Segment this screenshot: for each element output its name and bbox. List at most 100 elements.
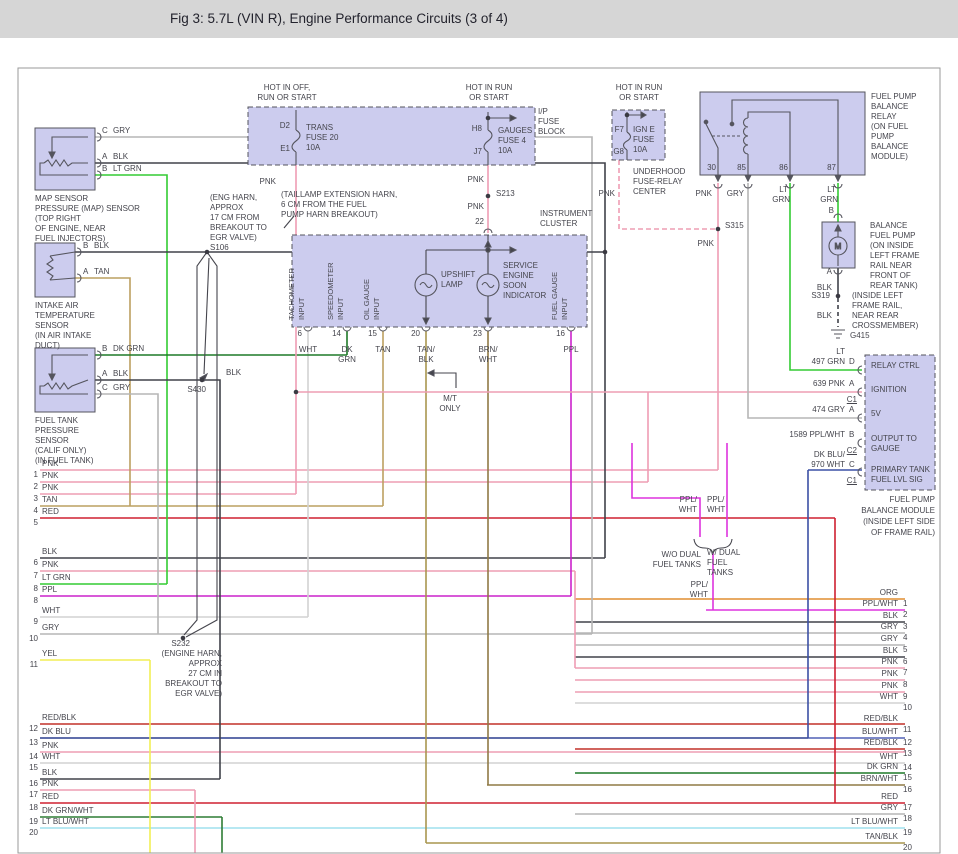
- iat-sensor-label: INTAKE AIR: [35, 301, 79, 310]
- wire-color-label: LT GRN: [42, 573, 71, 582]
- wire-tag-ltgrn: LT: [779, 185, 788, 194]
- wire-color-label: WHT: [42, 606, 61, 615]
- wire-number: 16: [903, 785, 912, 794]
- ign-label: IGN E: [633, 125, 655, 134]
- fuse2-pin-bottom: J7: [473, 147, 482, 156]
- wire-color-label: DK GRN: [866, 762, 898, 771]
- wire-number: 20: [903, 843, 912, 852]
- wire-tag-pnk: PNK: [598, 189, 615, 198]
- wire-number: 12: [29, 724, 38, 733]
- motor-letter: M: [835, 242, 842, 251]
- splice-fans: [183, 251, 218, 638]
- splice-s213: S213: [496, 189, 515, 198]
- cluster-pin-connector: [421, 326, 431, 332]
- wire-number: 9: [33, 617, 38, 626]
- mt-only-arrow: [426, 369, 435, 377]
- wire-tag-ltgrn2: GRN: [820, 195, 838, 204]
- cluster-wire-label: PPL: [563, 345, 579, 354]
- wire-tag-pnk: PNK: [467, 175, 484, 184]
- ftp-pin-b: B: [102, 344, 108, 353]
- module-wire-pre: DK BLU/: [813, 450, 845, 459]
- ign-label2: FUSE: [633, 135, 655, 144]
- module-pin: C: [849, 460, 855, 469]
- wire-color-label: GRY: [42, 623, 60, 632]
- wire-number: 4: [33, 506, 38, 515]
- wire-color-label: GRY: [880, 803, 898, 812]
- wire-color-label: PPL: [42, 585, 58, 594]
- cluster-pin-connector: [483, 326, 493, 332]
- splice-s106: S106: [210, 243, 229, 252]
- module-row-label: RELAY CTRL: [871, 361, 920, 370]
- module-connectors: [857, 365, 863, 477]
- fuse1-header: HOT IN OFF,: [263, 83, 311, 92]
- cluster-input-label: TACHOMETER: [287, 267, 296, 320]
- wire-color-label: RED: [42, 792, 59, 801]
- wire-number: 2: [903, 610, 908, 619]
- pump-pin-a: A: [826, 267, 832, 276]
- cluster-pin-22: 22: [475, 217, 484, 226]
- wire-number: 6: [33, 558, 38, 567]
- wire-number: 14: [29, 752, 38, 761]
- module-pin: D: [849, 357, 855, 366]
- wire-tag-ltgrn: LT: [827, 185, 836, 194]
- cluster-pin-number: 23: [473, 329, 482, 338]
- tanks-below-wire: PPL/: [690, 580, 708, 589]
- fuse2-label: GAUGES: [498, 126, 533, 135]
- cluster-input-label: OIL GAUGE: [362, 279, 371, 320]
- wire-number: 17: [29, 790, 38, 799]
- module-conn: C1: [846, 395, 857, 404]
- pump-label: BALANCE: [870, 221, 908, 230]
- cluster-input-label: INPUT: [560, 297, 569, 320]
- wire-color-label: BRN/WHT: [860, 774, 898, 783]
- splice-s315: S315: [725, 221, 744, 230]
- wire-number: 15: [903, 773, 912, 782]
- map-pin-a: A: [102, 152, 108, 161]
- pump-pin-b: B: [828, 206, 834, 215]
- module-row-label: PRIMARY TANK: [871, 465, 930, 474]
- ftp-pin-c: C: [102, 383, 108, 392]
- map-sensor-label: MAP SENSOR: [35, 194, 89, 203]
- wire-color-label: TAN: [42, 495, 58, 504]
- wire-color-label: BLK: [882, 611, 898, 620]
- cluster-input-label: INPUT: [372, 297, 381, 320]
- ses-indicator-label: SERVICE: [503, 261, 538, 270]
- cluster-wire-label: TAN/: [417, 345, 435, 354]
- wire-color-label: PNK: [881, 657, 898, 666]
- wire-tag-blk: BLK: [226, 368, 242, 377]
- iat-sensor-box: [34, 242, 76, 298]
- wire-color-label: TAN/BLK: [865, 832, 898, 841]
- wire-number: 5: [33, 518, 38, 527]
- cluster-pin-number: 16: [556, 329, 565, 338]
- taillamp-note: (TAILLAMP EXTENSION HARN,: [281, 190, 398, 199]
- relay-pin-30: 30: [707, 163, 716, 172]
- cluster-pin-number: 6: [297, 329, 302, 338]
- wire-color-label: BLK: [42, 768, 58, 777]
- wire-number: 8: [33, 596, 38, 605]
- wire-color-label: RED: [42, 507, 59, 516]
- wire-color-label: PPL/WHT: [862, 599, 898, 608]
- wire-number: 10: [29, 634, 38, 643]
- wire-color-label: DK BLU: [42, 727, 71, 736]
- wire-color-label: PNK: [42, 471, 59, 480]
- drawing-border: [17, 67, 941, 854]
- wire-color-label: LT BLU/WHT: [851, 817, 898, 826]
- wire-color-label: PNK: [42, 779, 59, 788]
- wire-color-label: PNK: [42, 459, 59, 468]
- ign-label3: 10A: [633, 145, 648, 154]
- wire-number: 5: [903, 645, 908, 654]
- wire-tag-pnk: PNK: [695, 189, 712, 198]
- cluster-wire-label: DK: [341, 345, 353, 354]
- wire-number: 18: [29, 803, 38, 812]
- wire-color-label: GRY: [880, 634, 898, 643]
- cluster-wire-label: BLK: [418, 355, 434, 364]
- wire-number: 10: [903, 703, 912, 712]
- wire-color-label: WHT: [879, 692, 898, 701]
- ign-pin-top: F7: [614, 125, 624, 134]
- wire-color-label: ORG: [879, 588, 898, 597]
- module-pin: A: [849, 405, 855, 414]
- map-pin-c: C: [102, 126, 108, 135]
- fuse1-label2: FUSE 20: [306, 133, 339, 142]
- cluster-pin-number: 14: [332, 329, 341, 338]
- wire-number: 19: [903, 828, 912, 837]
- wire-number: 13: [29, 738, 38, 747]
